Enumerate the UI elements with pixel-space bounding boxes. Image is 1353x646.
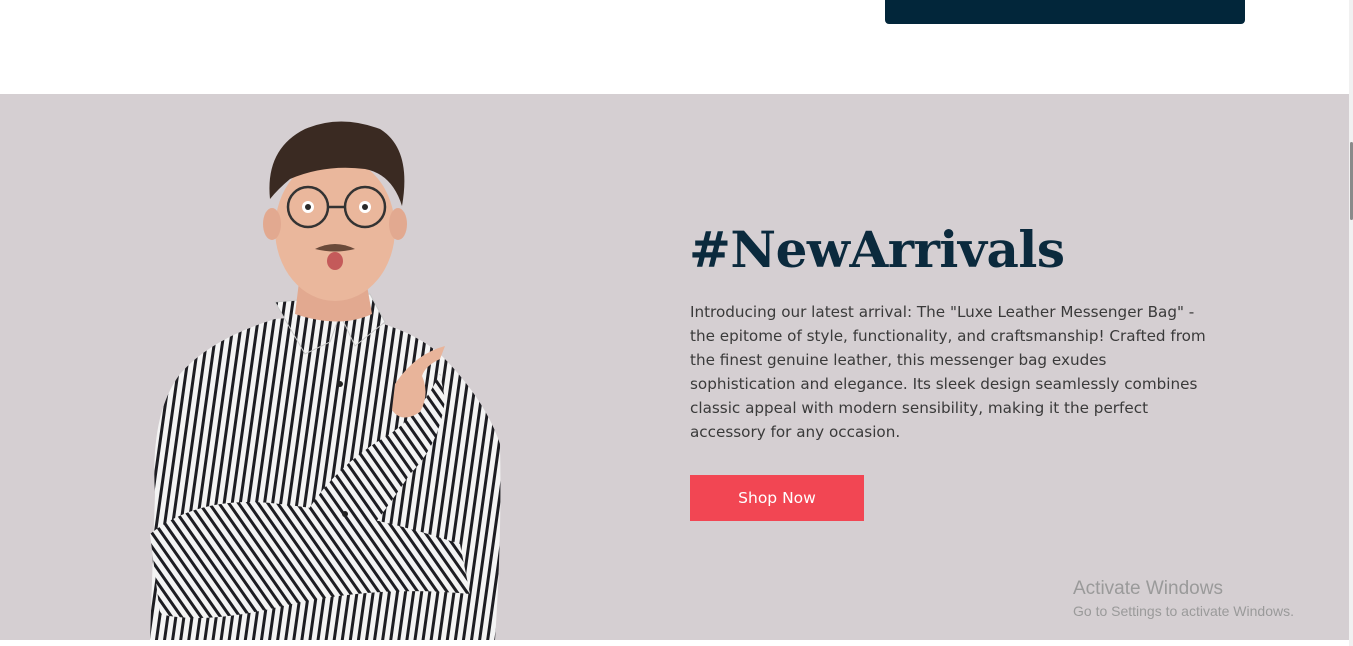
activate-windows-watermark: Activate Windows Go to Settings to activ… (1073, 578, 1294, 621)
shop-now-button[interactable]: Shop Now (690, 475, 864, 521)
section-divider (0, 640, 1353, 646)
header-area (0, 0, 1353, 94)
page-scrollbar[interactable] (1349, 0, 1353, 646)
activate-windows-subtitle: Go to Settings to activate Windows. (1073, 603, 1294, 619)
product-description: Introducing our latest arrival: The "Lux… (690, 303, 1206, 441)
model-photo (150, 121, 501, 640)
header-dark-button[interactable] (885, 0, 1245, 24)
new-arrivals-heading: #NewArrivals (689, 220, 1065, 279)
new-arrivals-section: #NewArrivals Introducing our latest arri… (0, 94, 1349, 640)
activate-windows-title: Activate Windows (1073, 578, 1223, 599)
